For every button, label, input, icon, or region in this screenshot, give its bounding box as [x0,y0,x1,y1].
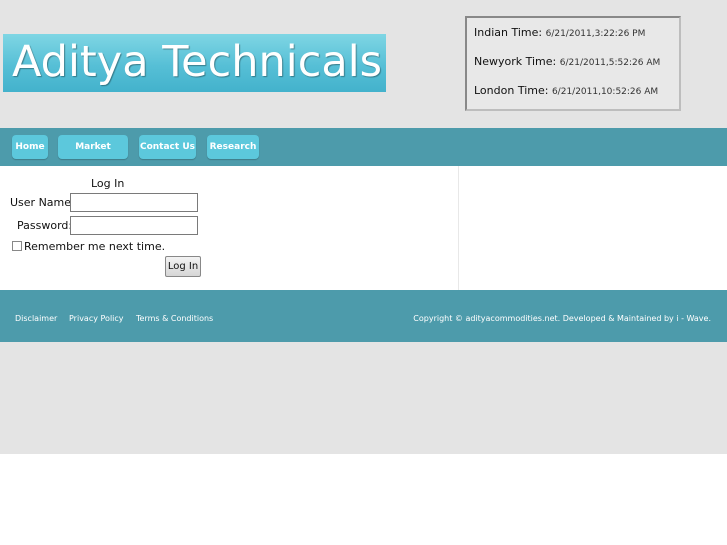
footer-disclaimer-link[interactable]: Disclaimer [15,314,57,323]
footer: Disclaimer Privacy Policy Terms & Condit… [0,290,727,342]
username-input[interactable] [70,193,198,212]
username-label: User Name: [10,196,75,209]
newyork-time-label: Newyork Time: [474,55,557,68]
world-clock-panel: Indian Time: 6/21/2011,3:22:26 PM Newyor… [465,16,681,111]
page: Aditya Technicals Indian Time: 6/21/2011… [0,0,727,545]
logo-text: Aditya Technicals [12,37,383,87]
newyork-time-row: Newyork Time: 6/21/2011,5:52:26 AM [474,55,660,68]
london-time-value: 6/21/2011,10:52:26 AM [551,87,659,97]
indian-time-row: Indian Time: 6/21/2011,3:22:26 PM [474,26,645,39]
nav-home-button[interactable]: Home [12,135,48,159]
login-title: Log In [91,177,125,190]
footer-privacy-policy-link[interactable]: Privacy Policy [69,314,124,323]
footer-terms-link[interactable]: Terms & Conditions [136,314,213,323]
content-divider [458,166,459,290]
indian-time-value: 6/21/2011,3:22:26 PM [545,29,646,39]
password-input[interactable] [70,216,198,235]
newyork-time-value: 6/21/2011,5:52:26 AM [559,58,661,68]
remember-me-label[interactable]: Remember me next time. [24,240,165,253]
main-nav: Home Market Watch Contact Us Research [0,128,727,176]
london-time-label: London Time: [474,84,549,97]
nav-market-watch-button[interactable]: Market Watch [58,135,128,176]
logo-banner[interactable]: Aditya Technicals [3,34,386,92]
password-label: Password: [17,219,73,232]
nav-contact-us-button[interactable]: Contact Us [139,135,196,159]
bottom-filler [0,342,727,454]
header-area: Aditya Technicals Indian Time: 6/21/2011… [0,0,727,128]
london-time-row: London Time: 6/21/2011,10:52:26 AM [474,84,658,97]
indian-time-label: Indian Time: [474,26,543,39]
remember-me-checkbox[interactable] [12,241,22,251]
login-content: Log In User Name: Password: Remember me … [0,166,727,290]
login-button[interactable]: Log In [165,256,201,277]
nav-research-button[interactable]: Research [207,135,259,159]
footer-copyright: Copyright © adityacommodities.net. Devel… [413,314,711,323]
